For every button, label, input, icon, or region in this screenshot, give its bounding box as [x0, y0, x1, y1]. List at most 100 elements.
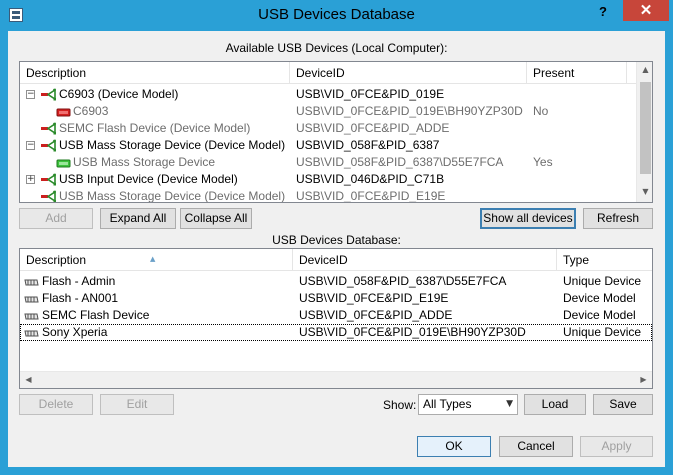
db-column-type[interactable]: Type	[557, 249, 652, 271]
tree-row[interactable]: USB Mass Storage Device USB\VID_058F&PID_…	[20, 154, 636, 171]
refresh-button[interactable]: Refresh	[583, 208, 653, 229]
database-label: USB Devices Database:	[272, 233, 401, 247]
scroll-left-arrow-icon[interactable]: ◀	[20, 375, 37, 384]
device-description: SEMC Flash Device (Device Model)	[59, 121, 251, 135]
title-bar[interactable]: USB Devices Database ? ✕	[0, 0, 673, 31]
device-present	[533, 86, 623, 103]
tree-row[interactable]: C6903 USB\VID_0FCE&PID_019E\BH90YZP30D No	[20, 103, 636, 120]
device-present	[533, 171, 623, 188]
entry-type: Device Model	[563, 291, 636, 305]
device-present	[533, 120, 623, 137]
available-devices-tree[interactable]: Description DeviceID Present − C6903 (Dev…	[19, 61, 653, 203]
db-column-deviceid[interactable]: DeviceID	[293, 249, 557, 271]
device-description: C6903	[73, 104, 109, 118]
entry-type: Unique Device	[563, 274, 642, 288]
edit-button[interactable]: Edit	[100, 394, 174, 415]
table-row[interactable]: SEMC Flash Device USB\VID_0FCE&PID_ADDE De…	[20, 307, 652, 324]
device-present: No	[533, 104, 549, 118]
ok-button[interactable]: OK	[417, 436, 491, 457]
column-description[interactable]: Description	[20, 62, 290, 84]
usb-drive-icon	[24, 327, 39, 338]
show-all-devices-button[interactable]: Show all devices	[480, 208, 576, 229]
dialog-client-area: Available USB Devices (Local Computer): …	[8, 31, 665, 467]
database-header: Description ▲ DeviceID Type	[20, 249, 652, 271]
device-description: USB Input Device (Device Model)	[59, 172, 238, 186]
window-title: USB Devices Database	[258, 6, 415, 23]
entry-device-id: USB\VID_0FCE&PID_E19E	[299, 291, 449, 305]
table-row[interactable]: Sony Xperia USB\VID_0FCE&PID_019E\BH90YZP…	[20, 324, 652, 341]
tree-row[interactable]: − USB Mass Storage Device (Device Model) U…	[20, 137, 636, 154]
device-id: USB\VID_0FCE&PID_E19E	[296, 189, 446, 203]
cancel-button[interactable]: Cancel	[499, 436, 573, 457]
usb-device-icon	[56, 157, 71, 168]
device-id: USB\VID_0FCE&PID_ADDE	[296, 121, 450, 135]
usb-plug-icon	[40, 173, 57, 186]
device-id: USB\VID_0FCE&PID_019E\BH90YZP30D	[296, 104, 523, 118]
table-row[interactable]: Flash - AN001 USB\VID_0FCE&PID_E19E Device…	[20, 290, 652, 307]
collapse-all-button[interactable]: Collapse All	[180, 208, 252, 229]
add-button[interactable]: Add	[19, 208, 93, 229]
usb-plug-icon	[40, 190, 57, 202]
entry-description: Sony Xperia	[42, 325, 108, 339]
apply-button[interactable]: Apply	[580, 436, 653, 457]
available-vertical-scrollbar[interactable]: ▲ ▼	[636, 62, 652, 202]
tree-row[interactable]: − C6903 (Device Model) USB\VID_0FCE&PID_01…	[20, 86, 636, 103]
device-description: USB Mass Storage Device (Device Model)	[59, 138, 286, 152]
available-devices-label: Available USB Devices (Local Computer):	[225, 41, 448, 55]
show-type-select[interactable]: All Types ▼	[418, 394, 518, 415]
help-button[interactable]: ?	[591, 2, 615, 22]
entry-device-id: USB\VID_0FCE&PID_019E\BH90YZP30D	[299, 325, 526, 339]
usb-device-icon	[56, 106, 71, 117]
entry-type: Unique Device	[563, 325, 642, 339]
usb-plug-icon	[40, 122, 57, 135]
usb-drive-icon	[24, 293, 39, 304]
database-list[interactable]: Description ▲ DeviceID Type Flash - Admi…	[19, 248, 653, 389]
column-deviceid[interactable]: DeviceID	[290, 62, 527, 84]
column-present[interactable]: Present	[527, 62, 627, 84]
device-id: USB\VID_0FCE&PID_019E	[296, 87, 445, 101]
entry-description: Flash - AN001	[42, 291, 119, 305]
device-present	[533, 188, 623, 202]
tree-row[interactable]: USB Mass Storage Device (Device Model) US…	[20, 188, 636, 203]
usb-plug-icon	[40, 88, 57, 101]
scroll-right-arrow-icon[interactable]: ▶	[635, 375, 652, 384]
expand-icon[interactable]: +	[26, 175, 35, 184]
tree-row[interactable]: + USB Input Device (Device Model) USB\VID_…	[20, 171, 636, 188]
collapse-icon[interactable]: −	[26, 141, 35, 150]
expand-all-button[interactable]: Expand All	[100, 208, 176, 229]
entry-device-id: USB\VID_058F&PID_6387\D55E7FCA	[299, 274, 507, 288]
usb-plug-icon	[40, 139, 57, 152]
collapse-icon[interactable]: −	[26, 90, 35, 99]
usb-drive-icon	[24, 310, 39, 321]
db-column-description[interactable]: Description ▲	[20, 249, 293, 271]
entry-device-id: USB\VID_0FCE&PID_ADDE	[299, 308, 453, 322]
entry-description: SEMC Flash Device	[42, 308, 150, 322]
scroll-thumb[interactable]	[640, 82, 651, 174]
device-description: USB Mass Storage Device (Device Model)	[59, 189, 286, 203]
scroll-up-arrow-icon[interactable]: ▲	[637, 65, 652, 74]
show-type-selected-value: All Types	[423, 397, 472, 411]
usb-devices-database-window: USB Devices Database ? ✕ Available USB D…	[0, 0, 673, 475]
device-description: USB Mass Storage Device	[73, 155, 216, 169]
tree-row[interactable]: SEMC Flash Device (Device Model) USB\VID_…	[20, 120, 636, 137]
show-filter-label: Show:	[383, 398, 417, 412]
device-present: Yes	[533, 155, 553, 169]
entry-type: Device Model	[563, 308, 636, 322]
entry-description: Flash - Admin	[42, 274, 116, 288]
delete-button[interactable]: Delete	[19, 394, 93, 415]
save-button[interactable]: Save	[593, 394, 653, 415]
available-devices-header: Description DeviceID Present	[20, 62, 636, 84]
database-horizontal-scrollbar[interactable]: ◀ ▶	[20, 371, 652, 388]
db-column-description-label: Description	[26, 253, 87, 267]
device-id: USB\VID_046D&PID_C71B	[296, 172, 445, 186]
device-id: USB\VID_058F&PID_6387	[296, 138, 440, 152]
scroll-down-arrow-icon[interactable]: ▼	[637, 187, 652, 196]
table-row[interactable]: Flash - Admin USB\VID_058F&PID_6387\D55E7…	[20, 273, 652, 290]
close-button[interactable]: ✕	[623, 0, 669, 21]
chevron-down-icon: ▼	[506, 399, 513, 409]
load-button[interactable]: Load	[524, 394, 586, 415]
sort-ascending-icon: ▲	[150, 255, 156, 263]
device-id: USB\VID_058F&PID_6387\D55E7FCA	[296, 155, 504, 169]
usb-drive-icon	[24, 276, 39, 287]
device-present	[533, 137, 623, 154]
